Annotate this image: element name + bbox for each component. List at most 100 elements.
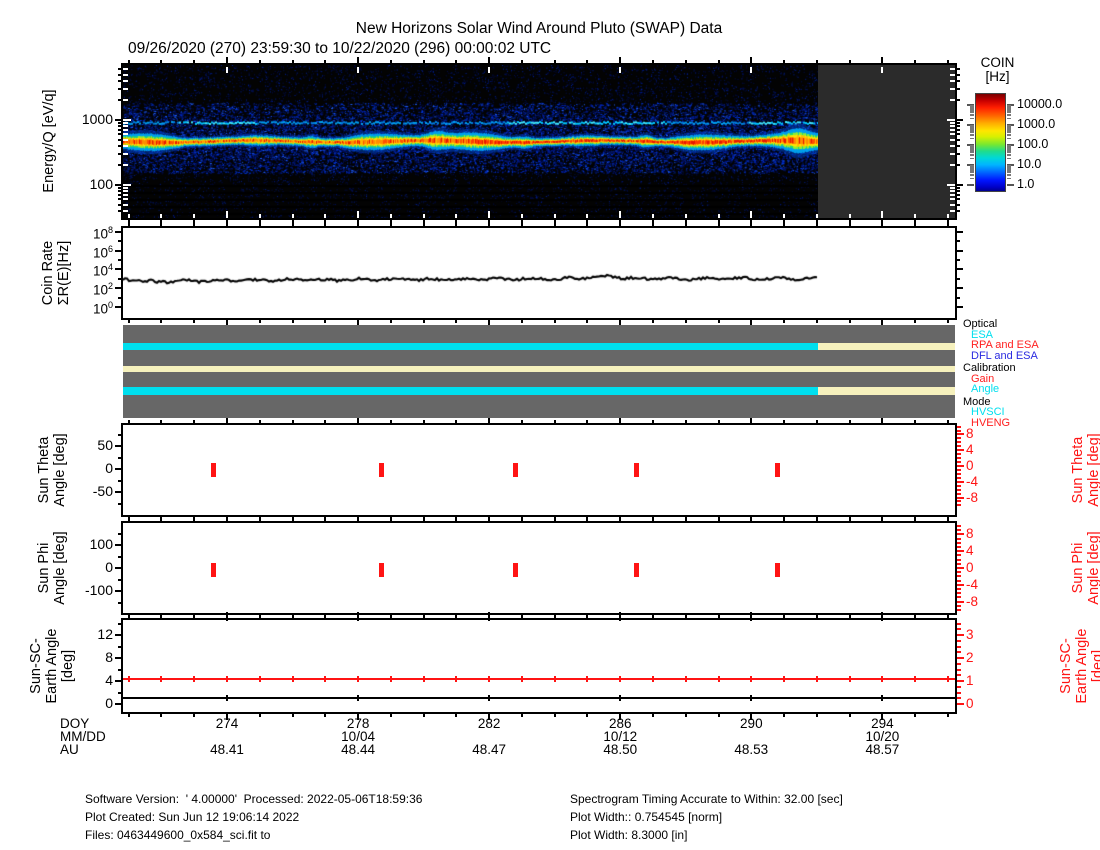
- angle-right-tick-label: 8: [966, 427, 974, 441]
- axis-tick: [957, 122, 960, 124]
- doy-tick-value: 274: [187, 717, 267, 731]
- time-range-subtitle: 09/26/2020 (270) 23:59:30 to 10/22/2020 …: [128, 40, 551, 58]
- angle-tick-label: -100: [63, 583, 113, 597]
- axis-tick: [957, 119, 963, 121]
- axis-tick: [1007, 166, 1011, 168]
- status-item-rpa-and-esa: RPA and ESA: [971, 340, 1039, 351]
- axis-tick: [292, 320, 294, 323]
- axis-tick: [970, 108, 974, 110]
- axis-tick: [718, 320, 720, 323]
- axis-tick: [947, 320, 949, 323]
- axis-tick: [957, 145, 960, 147]
- mmdd-tick-value: 10/12: [580, 730, 660, 744]
- axis-tick: [193, 220, 195, 223]
- axis-tick: [957, 449, 964, 451]
- axis-tick: [1007, 134, 1011, 136]
- axis-tick: [957, 453, 961, 455]
- status-item-angle: Angle: [971, 384, 999, 395]
- axis-tick: [967, 144, 974, 146]
- footer-plot-width-in: Plot Width: 8.3000 [in]: [570, 829, 687, 841]
- status-item-hveng: HVENG: [971, 418, 1010, 429]
- axis-tick: [226, 320, 228, 326]
- axis-tick: [423, 220, 425, 223]
- axis-tick: [783, 220, 785, 223]
- axis-tick: [957, 88, 960, 90]
- au-tick-value: 48.50: [580, 743, 660, 757]
- earth-angle-right-tick-label: 1: [966, 674, 974, 688]
- coin-tick-label: 100: [73, 299, 113, 316]
- axis-tick: [957, 669, 961, 671]
- page-title: New Horizons Solar Wind Around Pluto (SW…: [0, 20, 1078, 38]
- axis-tick: [652, 517, 654, 520]
- axis-tick: [1007, 110, 1011, 112]
- axis-tick: [957, 703, 964, 705]
- axis-tick: [390, 714, 392, 717]
- colorbar-tick-label: 1.0: [1017, 178, 1034, 191]
- axis-tick: [970, 148, 974, 150]
- axis-tick: [455, 320, 457, 323]
- status-bar-gray: [123, 395, 955, 418]
- axis-tick: [957, 686, 961, 688]
- axis-tick: [970, 138, 974, 140]
- axis-tick: [619, 320, 621, 326]
- axis-tick: [957, 571, 961, 573]
- axis-tick: [1007, 107, 1011, 109]
- axis-tick: [1007, 118, 1011, 120]
- axis-tick: [849, 320, 851, 323]
- axis-tick: [226, 714, 228, 720]
- axis-tick: [1007, 126, 1011, 128]
- coin-tick-label: 106: [73, 243, 113, 260]
- doy-tick-value: 294: [842, 717, 922, 731]
- axis-tick: [1007, 108, 1011, 110]
- axis-tick: [970, 106, 974, 108]
- angle-right-tick-label: 0: [966, 459, 974, 473]
- axis-tick: [957, 129, 960, 131]
- axis-tick: [957, 190, 960, 192]
- axis-tick: [957, 588, 961, 590]
- axis-tick: [1007, 146, 1011, 148]
- axis-tick: [957, 198, 960, 200]
- axis-tick: [957, 546, 961, 548]
- axis-tick: [652, 320, 654, 323]
- axis-tick: [1007, 158, 1011, 160]
- axis-tick: [957, 580, 961, 582]
- axis-tick: [957, 584, 964, 586]
- axis-tick: [957, 485, 961, 487]
- axis-tick: [957, 525, 961, 527]
- axis-tick: [957, 306, 963, 308]
- axis-tick: [259, 320, 261, 323]
- axis-tick: [193, 320, 195, 323]
- axis-tick: [970, 134, 974, 136]
- axis-tick: [718, 517, 720, 520]
- sun-sc-earth-right-axis-label: Sun-SC- Earth Angle [deg]: [1058, 611, 1100, 721]
- axis-tick: [1007, 132, 1011, 134]
- axis-tick: [652, 714, 654, 717]
- axis-tick: [957, 692, 961, 694]
- axis-tick: [1007, 147, 1011, 149]
- axis-tick: [390, 517, 392, 520]
- axis-tick: [957, 461, 961, 463]
- axis-tick: [423, 714, 425, 717]
- axis-tick: [957, 184, 963, 186]
- colorbar-tick-label: 100.0: [1017, 138, 1048, 151]
- axis-tick: [957, 601, 964, 603]
- axis-tick: [849, 714, 851, 717]
- axis-tick: [957, 481, 964, 483]
- axis-tick: [1007, 112, 1011, 114]
- axis-tick: [816, 517, 818, 520]
- colorbar: [975, 93, 1006, 192]
- axis-tick: [970, 118, 974, 120]
- axis-tick: [957, 210, 960, 212]
- axis-tick: [455, 714, 457, 717]
- axis-tick: [1007, 128, 1011, 130]
- coin-tick-exp: 8: [108, 225, 113, 235]
- axis-tick: [957, 567, 964, 569]
- axis-tick: [957, 469, 961, 471]
- coin-tick-label: 108: [73, 224, 113, 241]
- colorbar-title: COIN: [960, 55, 1035, 70]
- coin-tick-label: 104: [73, 261, 113, 278]
- axis-tick: [881, 714, 883, 720]
- footer-files: Files: 0463449600_0x584_sci.fit to: [85, 829, 270, 841]
- colorbar-units: [Hz]: [960, 69, 1035, 84]
- axis-tick: [816, 220, 818, 223]
